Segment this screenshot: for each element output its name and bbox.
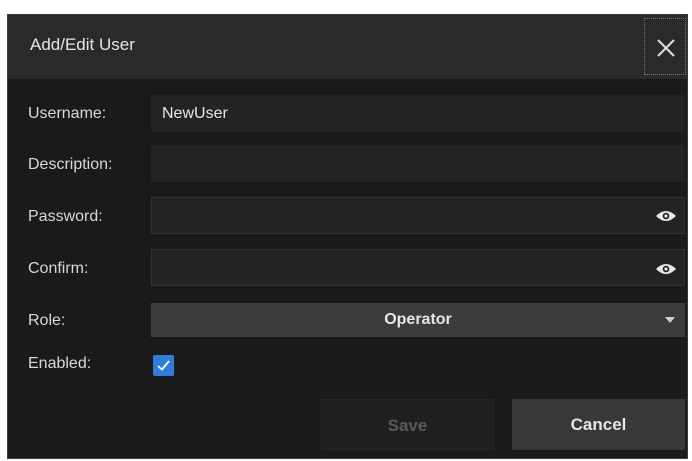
role-select[interactable]: Operator	[151, 303, 685, 337]
confirm-label: Confirm:	[28, 260, 89, 277]
eye-icon[interactable]	[655, 209, 677, 223]
dialog-titlebar: Add/Edit User	[8, 15, 687, 79]
role-label: Role:	[28, 312, 66, 329]
save-button[interactable]: Save	[321, 399, 494, 450]
enabled-label: Enabled:	[28, 355, 92, 372]
close-icon	[657, 39, 675, 57]
confirm-password-input[interactable]	[151, 249, 685, 286]
add-edit-user-dialog: Add/Edit User Username: Description: Pas…	[7, 14, 688, 459]
password-label: Password:	[28, 208, 103, 225]
username-input[interactable]	[151, 95, 685, 132]
password-input[interactable]	[151, 197, 685, 234]
checkmark-icon	[157, 360, 170, 371]
role-selected-value: Operator	[384, 311, 452, 328]
eye-icon[interactable]	[655, 262, 677, 276]
close-button[interactable]	[644, 18, 686, 75]
dialog-title: Add/Edit User	[30, 35, 135, 54]
username-label: Username:	[28, 105, 107, 122]
cancel-button[interactable]: Cancel	[512, 399, 685, 450]
description-input[interactable]	[151, 145, 685, 182]
enabled-checkbox[interactable]	[153, 355, 174, 376]
description-label: Description:	[28, 156, 113, 173]
caret-down-icon	[665, 317, 675, 323]
